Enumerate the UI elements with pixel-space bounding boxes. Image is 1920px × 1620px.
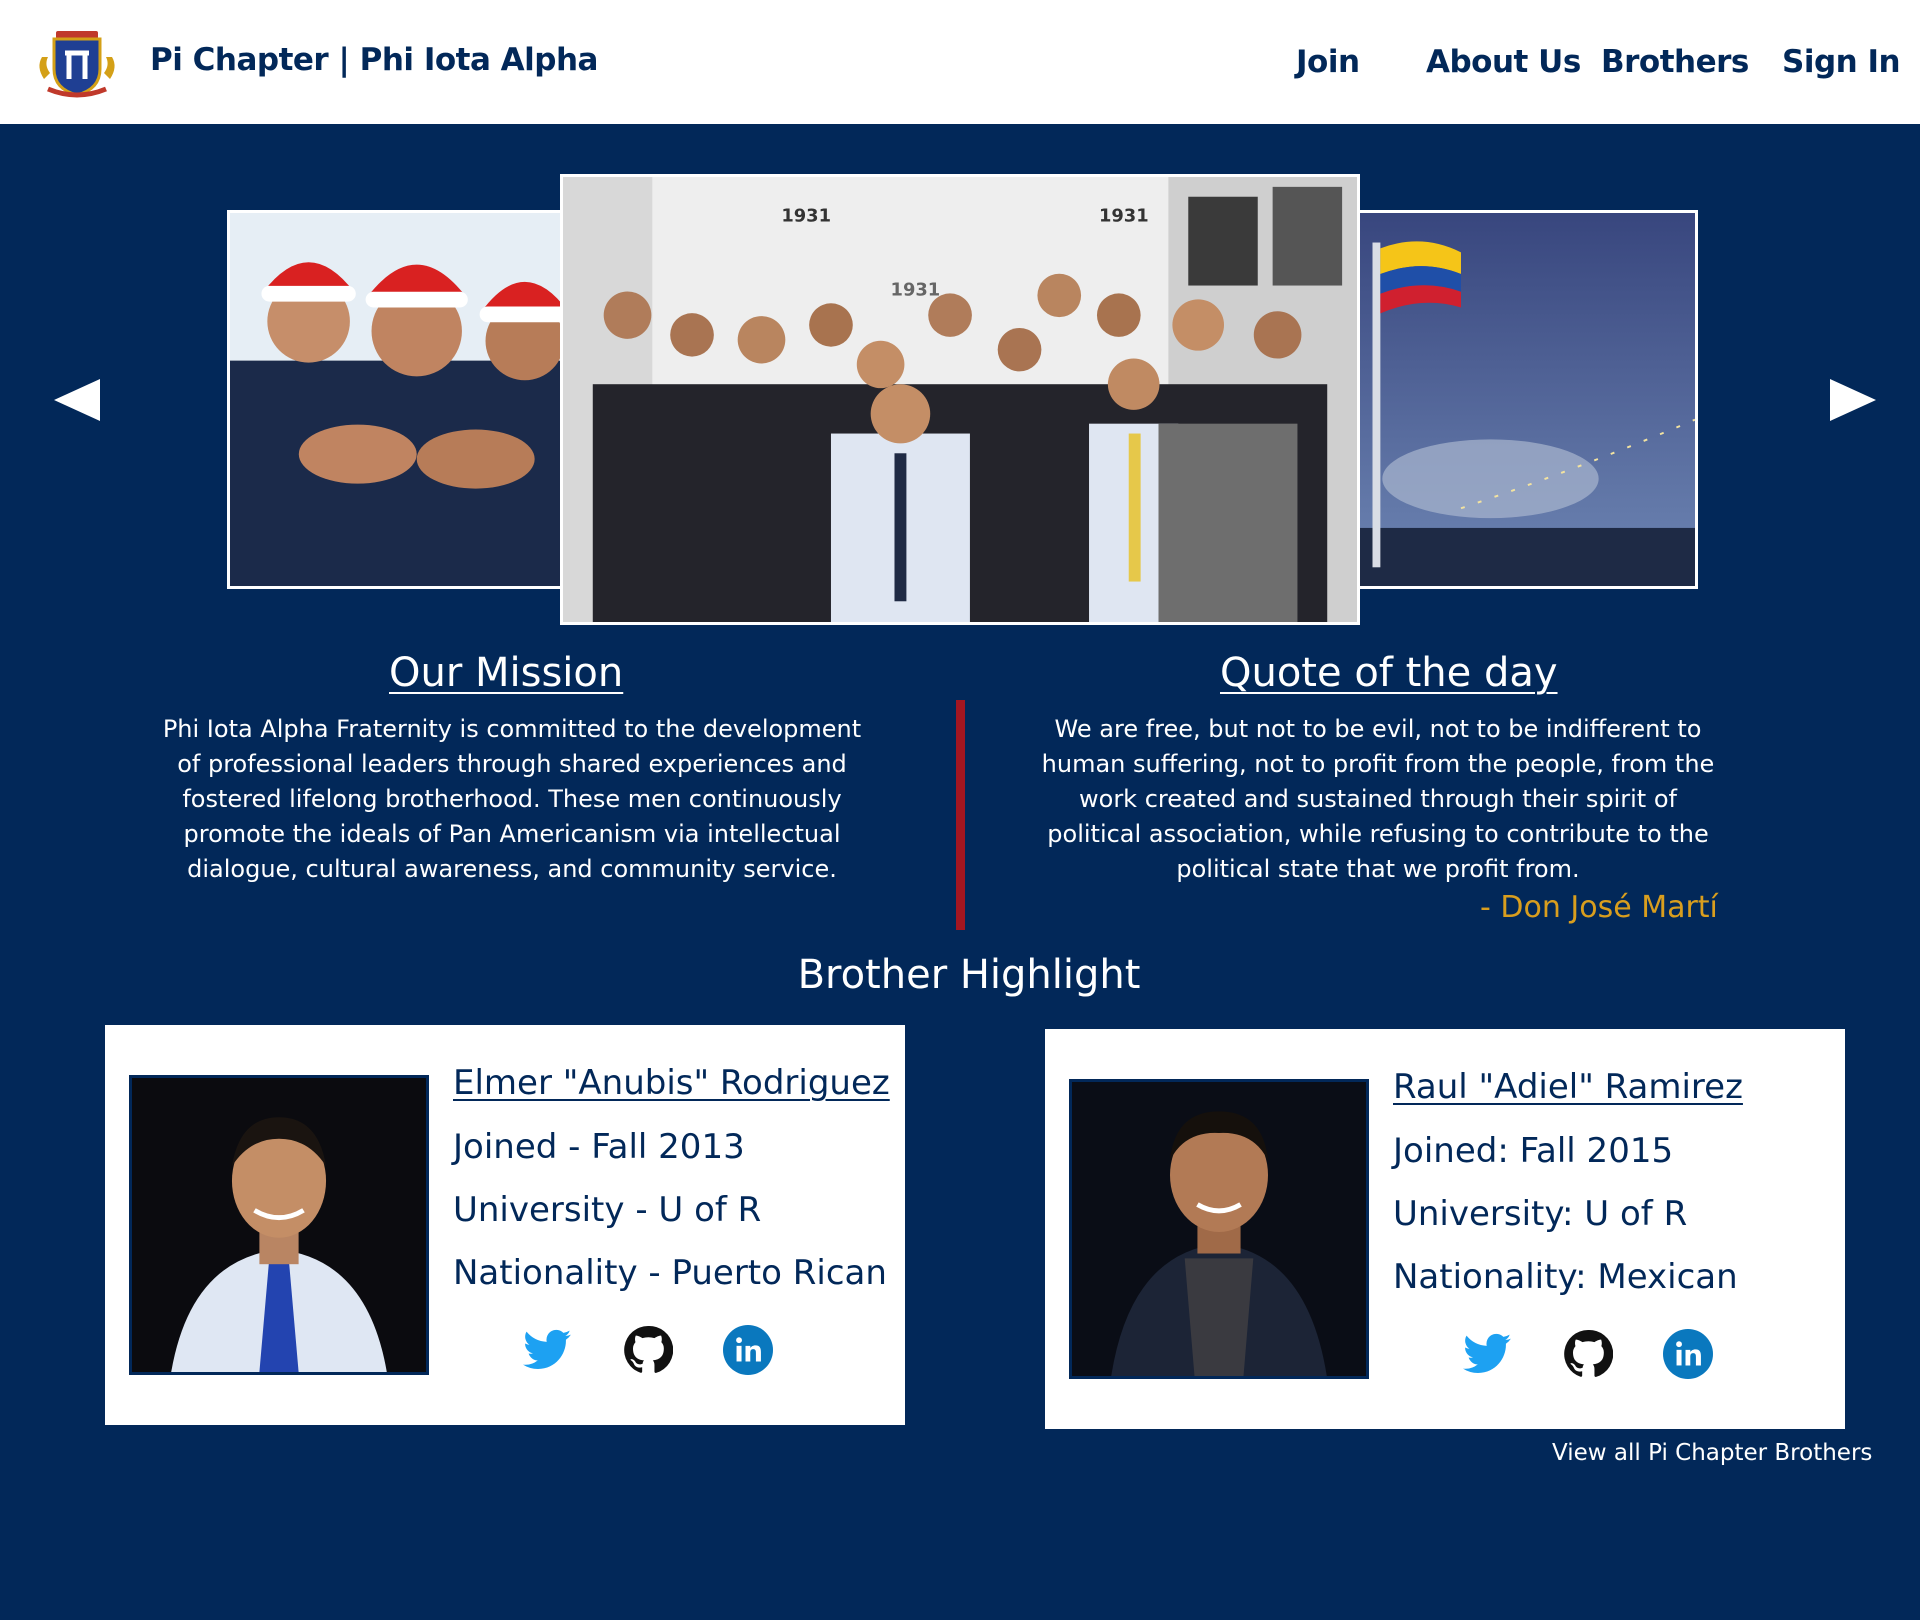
twitter-icon[interactable] bbox=[1463, 1329, 1513, 1379]
site-header: Pi Chapter | Phi Iota Alpha Join About U… bbox=[0, 0, 1920, 124]
brother-card: Elmer "Anubis" Rodriguez Joined - Fall 2… bbox=[105, 1025, 905, 1425]
linkedin-icon[interactable] bbox=[1663, 1329, 1713, 1379]
mission-heading: Our Mission bbox=[389, 650, 624, 696]
section-divider bbox=[956, 700, 965, 930]
brother-university: University: U of R bbox=[1393, 1194, 1688, 1234]
quote-author: - Don José Martí bbox=[1480, 890, 1718, 925]
brother-joined: Joined: Fall 2015 bbox=[1393, 1131, 1674, 1171]
brother-name-link[interactable]: Raul "Adiel" Ramirez bbox=[1393, 1067, 1743, 1107]
site-brand-title[interactable]: Pi Chapter | Phi Iota Alpha bbox=[150, 42, 598, 78]
nav-join-link[interactable]: Join bbox=[1296, 44, 1360, 80]
svg-text:1931: 1931 bbox=[781, 205, 831, 226]
quote-text: We are free, but not to be evil, not to … bbox=[1041, 715, 1715, 883]
brother-name-link[interactable]: Elmer "Anubis" Rodriguez bbox=[453, 1063, 890, 1103]
github-icon[interactable] bbox=[623, 1325, 673, 1375]
carousel-photo-flag[interactable] bbox=[1340, 210, 1698, 589]
carousel-photo-santa-hats[interactable] bbox=[227, 210, 575, 589]
brother-joined: Joined - Fall 2013 bbox=[453, 1127, 745, 1167]
nav-brothers-link[interactable]: Brothers bbox=[1601, 44, 1749, 80]
linkedin-icon[interactable] bbox=[723, 1325, 773, 1375]
svg-text:1931: 1931 bbox=[891, 279, 941, 300]
brother-portrait[interactable] bbox=[129, 1075, 429, 1375]
brother-nationality: Nationality: Mexican bbox=[1393, 1257, 1738, 1297]
brother-portrait[interactable] bbox=[1069, 1079, 1369, 1379]
view-all-brothers-link[interactable]: View all Pi Chapter Brothers bbox=[1552, 1440, 1872, 1466]
brother-highlight-heading: Brother Highlight bbox=[797, 952, 1141, 998]
chapter-crest-logo[interactable] bbox=[34, 27, 120, 99]
nav-signin-link[interactable]: Sign In bbox=[1782, 44, 1901, 80]
brother-card: Raul "Adiel" Ramirez Joined: Fall 2015 U… bbox=[1045, 1029, 1845, 1429]
brother-university: University - U of R bbox=[453, 1190, 762, 1230]
carousel-next-arrow-icon[interactable] bbox=[1820, 375, 1880, 425]
nav-about-link[interactable]: About Us bbox=[1426, 44, 1581, 80]
carousel-prev-arrow-icon[interactable] bbox=[50, 375, 110, 425]
carousel-photo-group[interactable]: 1931 1931 1931 bbox=[560, 174, 1360, 625]
svg-text:1931: 1931 bbox=[1099, 205, 1149, 226]
mission-text: Phi Iota Alpha Fraternity is committed t… bbox=[162, 715, 862, 883]
quote-heading: Quote of the day bbox=[1220, 650, 1558, 696]
brother-nationality: Nationality - Puerto Rican bbox=[453, 1253, 887, 1293]
github-icon[interactable] bbox=[1563, 1329, 1613, 1379]
twitter-icon[interactable] bbox=[523, 1325, 573, 1375]
